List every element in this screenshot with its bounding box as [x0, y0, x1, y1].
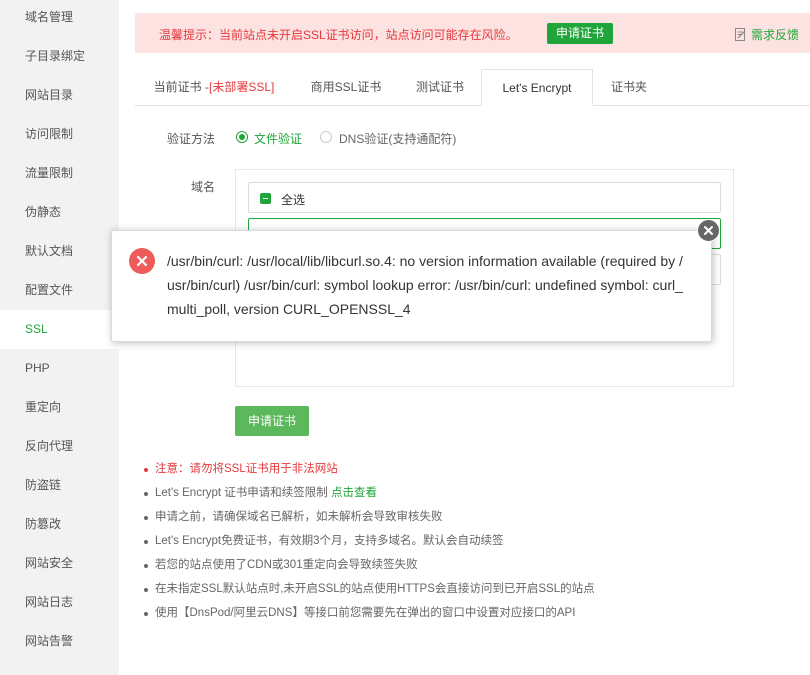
tab-current-cert-label: 当前证书 -	[153, 80, 209, 94]
note-item: 申请之前，请确保域名已解析，如未解析会导致审核失败	[143, 508, 595, 532]
sidebar-item-hotlink[interactable]: 防盗链	[0, 466, 119, 505]
sidebar: 域名管理 子目录绑定 网站目录 访问限制 流量限制 伪静态 默认文档 配置文件 …	[0, 0, 119, 675]
apply-cert-button[interactable]: 申请证书	[235, 406, 309, 436]
sidebar-item-config-file[interactable]: 配置文件	[0, 271, 119, 310]
feedback-link[interactable]: 需求反馈	[735, 26, 799, 43]
cert-status: [未部署SSL]	[208, 80, 275, 94]
dns-verify-label[interactable]: DNS验证(支持通配符)	[339, 130, 456, 147]
tab-cert-folder[interactable]: 证书夹	[609, 69, 649, 105]
close-icon[interactable]	[697, 219, 720, 242]
note-item: Let's Encrypt 证书申请和续签限制 点击查看	[143, 484, 595, 508]
sidebar-item-site-alert[interactable]: 网站告警	[0, 622, 119, 661]
select-all-checkbox[interactable]	[260, 193, 271, 204]
banner-apply-button[interactable]: 申请证书	[547, 23, 614, 44]
note-item: 若您的站点使用了CDN或301重定向会导致续签失败	[143, 556, 595, 580]
sidebar-item-rewrite[interactable]: 伪静态	[0, 193, 119, 232]
edit-icon	[735, 28, 746, 41]
tab-commercial-ssl[interactable]: 商用SSL证书	[309, 69, 383, 105]
radio-file-verify[interactable]	[236, 131, 248, 143]
sidebar-item-tamper-proof[interactable]: 防篡改	[0, 505, 119, 544]
sidebar-item-default-doc[interactable]: 默认文档	[0, 232, 119, 271]
notes-list: 注意：请勿将SSL证书用于非法网站 Let's Encrypt 证书申请和续签限…	[143, 460, 595, 628]
sidebar-item-site-security[interactable]: 网站安全	[0, 544, 119, 583]
sidebar-item-ssl[interactable]: SSL	[0, 310, 119, 349]
sidebar-item-access-limit[interactable]: 访问限制	[0, 115, 119, 154]
note-item: 注意：请勿将SSL证书用于非法网站	[143, 460, 595, 484]
sidebar-item-subdir-bind[interactable]: 子目录绑定	[0, 37, 119, 76]
note-rate-limit-text: Let's Encrypt 证书申请和续签限制	[155, 487, 332, 499]
error-dialog: /usr/bin/curl: /usr/local/lib/libcurl.so…	[111, 230, 712, 342]
warning-text: 温馨提示：当前站点未开启SSL证书访问，站点访问可能存在风险。	[159, 28, 518, 42]
sidebar-item-reverse-proxy[interactable]: 反向代理	[0, 427, 119, 466]
select-all-label: 全选	[281, 193, 306, 207]
feedback-label: 需求反馈	[751, 28, 800, 42]
sidebar-item-domain-manage[interactable]: 域名管理	[0, 0, 119, 37]
sidebar-item-site-log[interactable]: 网站日志	[0, 583, 119, 622]
sidebar-item-php[interactable]: PHP	[0, 349, 119, 388]
error-message: /usr/bin/curl: /usr/local/lib/libcurl.so…	[167, 253, 683, 317]
radio-dns-verify[interactable]	[320, 131, 332, 143]
ssl-warning-banner: 温馨提示：当前站点未开启SSL证书访问，站点访问可能存在风险。 申请证书 需求反…	[135, 13, 810, 53]
tab-current-cert[interactable]: 当前证书 -[未部署SSL]	[152, 69, 276, 105]
sidebar-item-traffic-limit[interactable]: 流量限制	[0, 154, 119, 193]
note-item: 在未指定SSL默认站点时,未开启SSL的站点使用HTTPS会直接访问到已开启SS…	[143, 580, 595, 604]
note-item: Let's Encrypt免费证书，有效期3个月，支持多域名。默认会自动续签	[143, 532, 595, 556]
tab-test-cert[interactable]: 测试证书	[415, 69, 465, 105]
ssl-tabs: 当前证书 -[未部署SSL] 商用SSL证书 测试证书 Let's Encryp…	[135, 69, 810, 106]
view-limits-link[interactable]: 点击查看	[331, 487, 377, 499]
tab-letsencrypt[interactable]: Let's Encrypt	[481, 69, 593, 106]
sidebar-item-redirect[interactable]: 重定向	[0, 388, 119, 427]
note-item: 使用【DnsPod/阿里云DNS】等接口前您需要先在弹出的窗口中设置对应接口的A…	[143, 604, 595, 628]
file-verify-label[interactable]: 文件验证	[254, 130, 302, 147]
verify-method-label: 验证方法	[167, 132, 216, 146]
domain-label: 域名	[191, 180, 216, 194]
error-icon	[129, 248, 155, 274]
select-all-row[interactable]: 全选	[248, 182, 721, 213]
sidebar-item-site-dir[interactable]: 网站目录	[0, 76, 119, 115]
